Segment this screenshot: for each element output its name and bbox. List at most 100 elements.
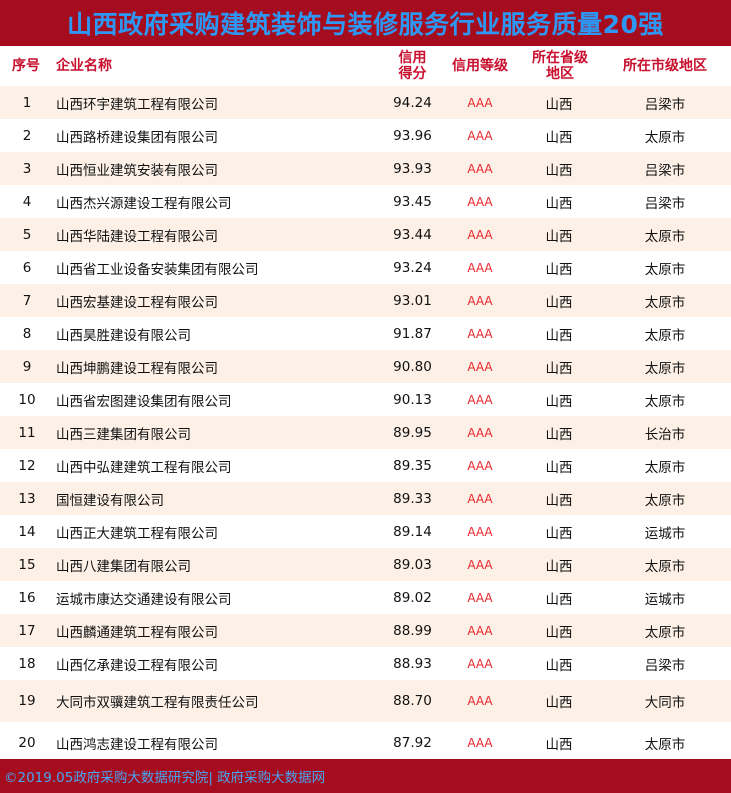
credit-grade: AAA (467, 694, 493, 708)
table-row: 3 山西恒业建筑安装有限公司 93.93 AAA 山西 吕梁市 (0, 152, 731, 185)
city: 运城市 (644, 591, 686, 608)
province: 山西 (545, 492, 573, 509)
footer-credit: ©2019.05政府采购大数据研究院| 政府采购大数据网 (4, 770, 326, 786)
header-score: 信用 得分 (385, 46, 440, 86)
credit-score: 93.45 (393, 193, 432, 210)
company-name: 山西杰兴源建设工程有限公司 (56, 195, 232, 212)
company-name: 山西八建集团有限公司 (56, 558, 191, 575)
credit-score: 93.44 (393, 226, 432, 243)
city: 吕梁市 (644, 162, 686, 179)
rank-number: 4 (22, 193, 32, 210)
province: 山西 (545, 657, 573, 674)
province: 山西 (545, 591, 573, 608)
table-row: 9 山西坤鹏建设工程有限公司 90.80 AAA 山西 太原市 (0, 350, 731, 383)
credit-score: 88.99 (393, 622, 432, 639)
rank-number: 2 (22, 127, 32, 144)
header-province-line1: 所在省级 (532, 50, 588, 66)
table-row: 14 山西正大建筑工程有限公司 89.14 AAA 山西 运城市 (0, 515, 731, 548)
credit-grade: AAA (467, 359, 493, 374)
credit-score: 89.03 (393, 556, 432, 573)
credit-score: 93.24 (393, 259, 432, 276)
city: 大同市 (644, 695, 686, 711)
province: 山西 (545, 525, 573, 542)
rank-number: 9 (22, 358, 32, 375)
company-name: 山西路桥建设集团有限公司 (56, 129, 218, 146)
city: 长治市 (644, 426, 686, 443)
footer-banner: ©2019.05政府采购大数据研究院| 政府采购大数据网 (0, 759, 731, 793)
city: 运城市 (644, 525, 686, 542)
credit-score: 88.93 (393, 655, 432, 672)
city: 吕梁市 (644, 96, 686, 113)
rank-number: 16 (18, 589, 36, 606)
credit-grade: AAA (467, 194, 493, 209)
credit-grade: AAA (467, 425, 493, 440)
rank-number: 3 (22, 160, 32, 177)
credit-grade: AAA (467, 260, 493, 275)
province: 山西 (545, 261, 573, 278)
rank-number: 1 (22, 94, 32, 111)
credit-score: 87.92 (393, 735, 432, 751)
credit-grade: AAA (467, 458, 493, 473)
table-row: 4 山西杰兴源建设工程有限公司 93.45 AAA 山西 吕梁市 (0, 185, 731, 218)
city: 太原市 (644, 558, 686, 575)
company-name: 山西坤鹏建设工程有限公司 (56, 360, 218, 377)
rank-number: 6 (22, 259, 32, 276)
credit-grade: AAA (467, 161, 493, 176)
province: 山西 (545, 393, 573, 410)
table-row: 6 山西省工业设备安装集团有限公司 93.24 AAA 山西 太原市 (0, 251, 731, 284)
credit-grade: AAA (467, 656, 493, 671)
credit-grade: AAA (467, 128, 493, 143)
credit-score: 91.87 (393, 325, 432, 342)
province: 山西 (545, 228, 573, 245)
province: 山西 (545, 162, 573, 179)
credit-score: 90.13 (393, 391, 432, 408)
province: 山西 (545, 360, 573, 377)
city: 太原市 (644, 459, 686, 476)
province: 山西 (545, 624, 573, 641)
credit-grade: AAA (467, 736, 493, 750)
table-row: 16 运城市康达交通建设有限公司 89.02 AAA 山西 运城市 (0, 581, 731, 614)
table-header: 序号 企业名称 信用 得分 信用等级 所在省级 地区 所在市级地区 (0, 46, 731, 86)
credit-score: 93.96 (393, 127, 432, 144)
table-row: 1 山西环宇建筑工程有限公司 94.24 AAA 山西 吕梁市 (0, 86, 731, 119)
province: 山西 (545, 737, 573, 753)
header-grade: 信用等级 (452, 58, 508, 74)
province: 山西 (545, 294, 573, 311)
table-row: 5 山西华陆建设工程有限公司 93.44 AAA 山西 太原市 (0, 218, 731, 251)
header-city: 所在市级地区 (623, 58, 707, 74)
credit-score: 93.01 (393, 292, 432, 309)
province: 山西 (545, 558, 573, 575)
rank-number: 15 (18, 556, 36, 573)
city: 吕梁市 (644, 195, 686, 212)
rank-number: 10 (18, 391, 36, 408)
rank-number: 12 (18, 457, 36, 474)
company-name: 山西正大建筑工程有限公司 (56, 525, 218, 542)
credit-grade: AAA (467, 227, 493, 242)
credit-score: 93.93 (393, 160, 432, 177)
province: 山西 (545, 695, 573, 711)
city: 太原市 (644, 360, 686, 377)
credit-score: 89.95 (393, 424, 432, 441)
company-name: 山西华陆建设工程有限公司 (56, 228, 218, 245)
header-province-line2: 地区 (546, 66, 574, 82)
table-row: 10 山西省宏图建设集团有限公司 90.13 AAA 山西 太原市 (0, 383, 731, 416)
company-name: 大同市双骥建筑工程有限责任公司 (56, 695, 259, 711)
credit-score: 88.70 (393, 693, 432, 709)
table-row: 19 大同市双骥建筑工程有限责任公司 88.70 AAA 山西 大同市 (0, 680, 731, 722)
company-name: 国恒建设有限公司 (56, 492, 164, 509)
rank-number: 17 (18, 622, 36, 639)
credit-grade: AAA (467, 326, 493, 341)
ranking-page: 山西政府采购建筑装饰与装修服务行业服务质量20强 序号 企业名称 信用 得分 信… (0, 0, 731, 793)
table-row: 11 山西三建集团有限公司 89.95 AAA 山西 长治市 (0, 416, 731, 449)
city: 太原市 (644, 624, 686, 641)
page-title: 山西政府采购建筑装饰与装修服务行业服务质量20强 (67, 10, 664, 39)
company-name: 山西亿承建设工程有限公司 (56, 657, 218, 674)
rank-number: 14 (18, 523, 36, 540)
company-name: 山西三建集团有限公司 (56, 426, 191, 443)
credit-grade: AAA (467, 293, 493, 308)
table-row: 20 山西鸿志建设工程有限公司 87.92 AAA 山西 太原市 (0, 722, 731, 764)
credit-grade: AAA (467, 491, 493, 506)
credit-grade: AAA (467, 623, 493, 638)
company-name: 山西鸿志建设工程有限公司 (56, 737, 218, 753)
city: 太原市 (644, 294, 686, 311)
